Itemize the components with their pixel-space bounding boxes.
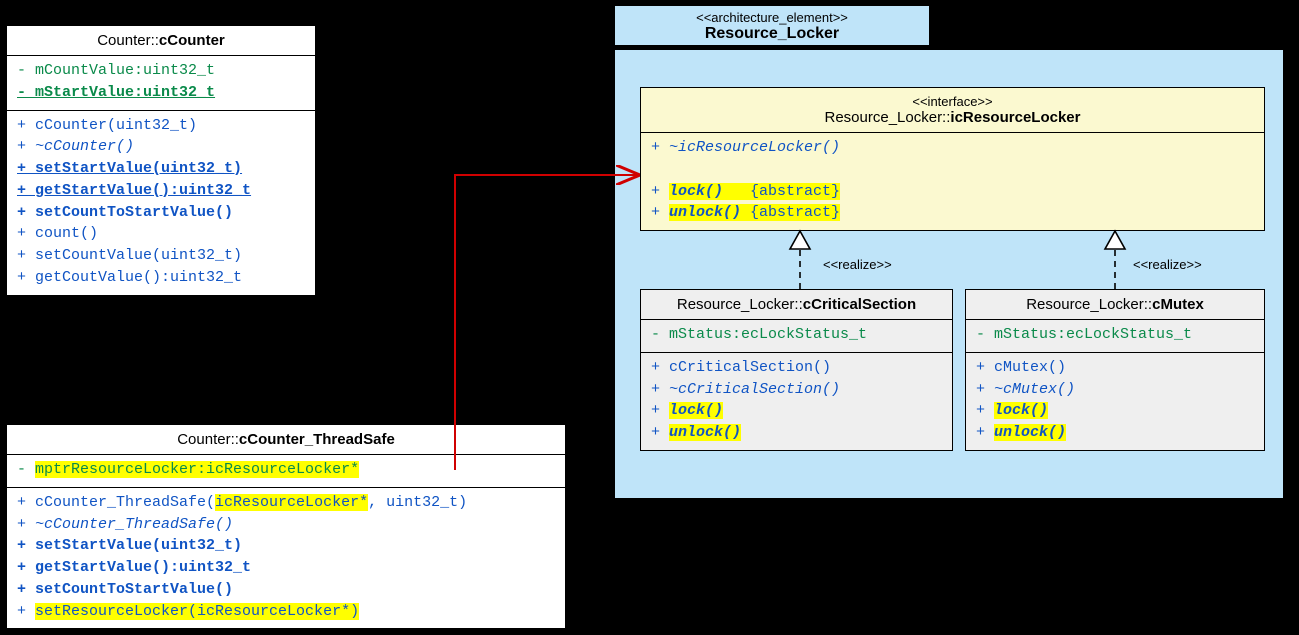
op-setcounttostart: + setCountToStartValue()	[17, 202, 305, 224]
op-unlock: + unlock()	[976, 422, 1254, 444]
ops-section: + ~icResourceLocker() + lock() {abstract…	[641, 133, 1264, 230]
attr-mstatus: - mStatus:ecLockStatus_t	[976, 324, 1254, 346]
class-ccriticalsection: Resource_Locker::cCriticalSection - mSta…	[640, 289, 953, 451]
op-lock: + lock() {abstract}	[651, 181, 1254, 203]
attrs-section: - mCountValue:uint32_t - mStartValue:uin…	[7, 56, 315, 111]
op-ctor: + cCounter(uint32_t)	[17, 115, 305, 137]
namespace-label: Resource_Locker::	[677, 296, 803, 313]
class-icresourcelocker: <<interface>> Resource_Locker::icResourc…	[640, 87, 1265, 231]
stereotype-label: <<interface>>	[649, 94, 1256, 109]
attrs-section: - mStatus:ecLockStatus_t	[641, 320, 952, 353]
package-tab: <<architecture_element>> Resource_Locker	[614, 5, 930, 45]
op-lock: + lock()	[976, 400, 1254, 422]
op-getcoutvalue: + getCoutValue():uint32_t	[17, 267, 305, 289]
op-setresourcelocker: + setResourceLocker(icResourceLocker*)	[17, 601, 555, 623]
class-title: Resource_Locker::cMutex	[966, 290, 1264, 320]
class-cmutex: Resource_Locker::cMutex - mStatus:ecLock…	[965, 289, 1265, 451]
realize-label-2: <<realize>>	[1133, 257, 1202, 272]
op-dtor: + ~cCounter_ThreadSafe()	[17, 514, 555, 536]
namespace-label: Counter::	[177, 431, 239, 448]
namespace-label: Resource_Locker::	[825, 109, 951, 126]
ops-section: + cCounter_ThreadSafe(icResourceLocker*,…	[7, 488, 565, 629]
classname-label: icResourceLocker	[950, 109, 1080, 126]
attr-mstartvalue: - mStartValue:uint32_t	[17, 82, 305, 104]
op-dtor: + ~cMutex()	[976, 379, 1254, 401]
namespace-label: Resource_Locker::	[1026, 296, 1152, 313]
classname-label: cCounter	[159, 32, 225, 49]
op-lock: + lock()	[651, 400, 942, 422]
class-title: Counter::cCounter_ThreadSafe	[7, 425, 565, 455]
ops-section: + cCriticalSection() + ~cCriticalSection…	[641, 353, 952, 450]
op-setstartvalue: + setStartValue(uint32_t)	[17, 535, 555, 557]
class-ccounter: Counter::cCounter - mCountValue:uint32_t…	[6, 25, 316, 296]
attr-mptr: - mptrResourceLocker:icResourceLocker*	[17, 459, 555, 481]
op-dtor: + ~cCriticalSection()	[651, 379, 942, 401]
class-title: <<interface>> Resource_Locker::icResourc…	[641, 88, 1264, 133]
attr-mcountvalue: - mCountValue:uint32_t	[17, 60, 305, 82]
op-destructor: + ~icResourceLocker()	[651, 137, 1254, 159]
classname-label: cCriticalSection	[803, 296, 916, 313]
op-dtor: + ~cCounter()	[17, 136, 305, 158]
ops-section: + cCounter(uint32_t) + ~cCounter() + set…	[7, 111, 315, 295]
op-setcountvalue: + setCountValue(uint32_t)	[17, 245, 305, 267]
class-title: Resource_Locker::cCriticalSection	[641, 290, 952, 320]
op-count: + count()	[17, 223, 305, 245]
op-ctor: + cMutex()	[976, 357, 1254, 379]
attrs-section: - mStatus:ecLockStatus_t	[966, 320, 1264, 353]
package-name: Resource_Locker	[623, 25, 921, 43]
op-setcounttostart: + setCountToStartValue()	[17, 579, 555, 601]
realize-label-1: <<realize>>	[823, 257, 892, 272]
op-getstartvalue: + getStartValue():uint32_t	[17, 180, 305, 202]
attrs-section: - mptrResourceLocker:icResourceLocker*	[7, 455, 565, 488]
package-stereotype: <<architecture_element>>	[623, 10, 921, 25]
blank-line	[651, 159, 1254, 181]
op-ctor: + cCriticalSection()	[651, 357, 942, 379]
classname-label: cCounter_ThreadSafe	[239, 431, 395, 448]
op-setstartvalue: + setStartValue(uint32_t)	[17, 158, 305, 180]
class-ccounter-threadsafe: Counter::cCounter_ThreadSafe - mptrResou…	[6, 424, 566, 629]
namespace-label: Counter::	[97, 32, 159, 49]
op-getstartvalue: + getStartValue():uint32_t	[17, 557, 555, 579]
op-unlock: + unlock() {abstract}	[651, 202, 1254, 224]
attr-mstatus: - mStatus:ecLockStatus_t	[651, 324, 942, 346]
ops-section: + cMutex() + ~cMutex() + lock() + unlock…	[966, 353, 1264, 450]
class-title: Counter::cCounter	[7, 26, 315, 56]
op-ctor: + cCounter_ThreadSafe(icResourceLocker*,…	[17, 492, 555, 514]
op-unlock: + unlock()	[651, 422, 942, 444]
classname-label: cMutex	[1152, 296, 1204, 313]
